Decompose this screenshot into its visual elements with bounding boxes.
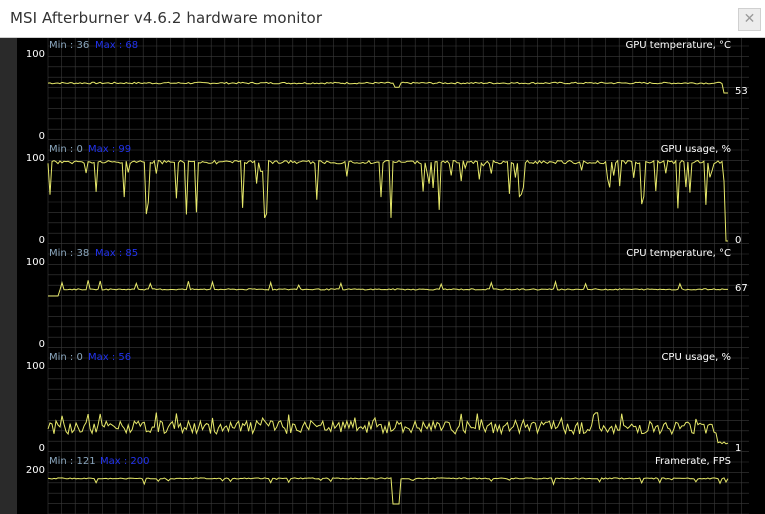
- framerate-name: Framerate, FPS: [655, 456, 731, 467]
- gpu-temperature-min-label: Min : 36: [49, 40, 90, 51]
- title-bar: MSI Afterburner v4.6.2 hardware monitor …: [0, 0, 765, 38]
- cpu-usage-min-label: Min : 0: [49, 352, 83, 363]
- cpu-temperature-min-label: Min : 38: [49, 248, 90, 259]
- cpu-temperature-plot: [47, 246, 749, 350]
- close-button[interactable]: ✕: [738, 8, 761, 31]
- gpu-temperature-name: GPU temperature, °C: [625, 40, 731, 51]
- graph-gpu-temperature: [17, 38, 749, 142]
- close-icon: ✕: [743, 11, 756, 27]
- window-title: MSI Afterburner v4.6.2 hardware monitor: [10, 9, 323, 27]
- cpu-temperature-ymax: 100: [25, 257, 45, 268]
- gpu-usage-min-label: Min : 0: [49, 144, 83, 155]
- graph-gpu-usage: [17, 142, 749, 246]
- left-scroll-strip: [0, 38, 17, 514]
- graph-cpu-temperature: [17, 246, 749, 350]
- cpu-temperature-max-label: Max : 85: [95, 248, 139, 259]
- cpu-usage-max-label: Max : 56: [88, 352, 132, 363]
- framerate-min-label: Min : 121: [49, 456, 96, 467]
- cpu-usage-name: CPU usage, %: [661, 352, 731, 363]
- gpu-temperature-current: 53: [735, 86, 748, 97]
- gpu-usage-plot: [47, 142, 749, 246]
- graph-cpu-usage: [17, 350, 749, 454]
- cpu-temperature-current: 67: [735, 283, 748, 294]
- framerate-max-label: Max : 200: [100, 456, 150, 467]
- cpu-usage-ymax: 100: [25, 361, 45, 372]
- gpu-usage-name: GPU usage, %: [660, 144, 731, 155]
- gpu-temperature-max-label: Max : 68: [95, 40, 139, 51]
- cpu-temperature-name: CPU temperature, °C: [626, 248, 731, 259]
- gpu-usage-max-label: Max : 99: [88, 144, 132, 155]
- framerate-ymax: 200: [25, 465, 45, 476]
- cpu-usage-plot: [47, 350, 749, 454]
- gpu-temperature-plot: [47, 38, 749, 142]
- gpu-usage-ymax: 100: [25, 153, 45, 164]
- gpu-temperature-ymax: 100: [25, 49, 45, 60]
- right-value-strip: [749, 38, 765, 514]
